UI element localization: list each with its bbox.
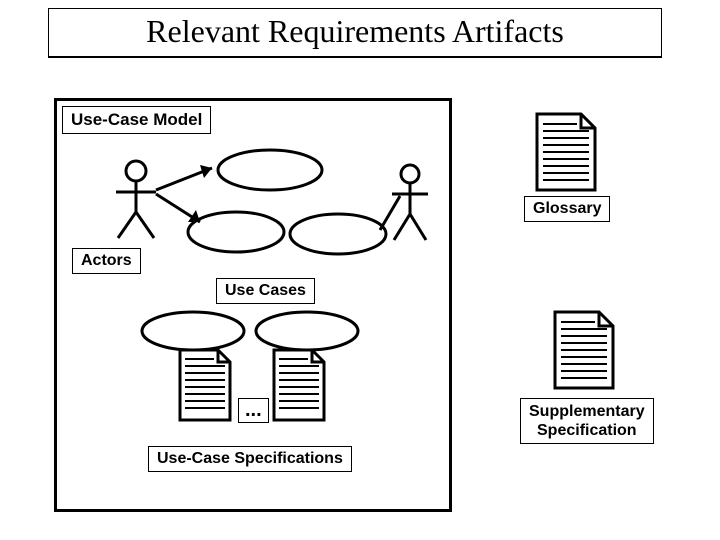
- arrow-icon: [150, 160, 230, 240]
- document-icon: [553, 310, 615, 390]
- use-case-ellipse-icon: [140, 310, 246, 352]
- connector-line: [376, 194, 406, 244]
- label-text: Use Cases: [225, 282, 306, 299]
- use-cases-label: Use Cases: [216, 278, 315, 304]
- use-case-specifications-label: Use-Case Specifications: [148, 446, 352, 472]
- label-text: Glossary: [533, 200, 601, 217]
- ellipsis-label: ...: [238, 398, 269, 423]
- label-text: Use-Case Model: [71, 110, 202, 129]
- label-text: Supplementary Specification: [529, 403, 645, 439]
- use-case-model-label: Use-Case Model: [62, 106, 211, 134]
- label-text: Actors: [81, 252, 132, 269]
- use-case-ellipse-icon: [254, 310, 360, 352]
- actors-label: Actors: [72, 248, 141, 274]
- label-text: Use-Case Specifications: [157, 450, 343, 467]
- glossary-label: Glossary: [524, 196, 610, 222]
- use-case-ellipse-icon: [216, 148, 324, 192]
- label-text: ...: [245, 399, 262, 421]
- supplementary-specification-label: Supplementary Specification: [520, 398, 654, 444]
- title-text: Relevant Requirements Artifacts: [146, 13, 564, 49]
- document-icon: [535, 112, 597, 192]
- document-icon: [272, 348, 326, 422]
- page-title: Relevant Requirements Artifacts: [48, 8, 662, 58]
- document-icon: [178, 348, 232, 422]
- use-case-ellipse-icon: [288, 212, 388, 256]
